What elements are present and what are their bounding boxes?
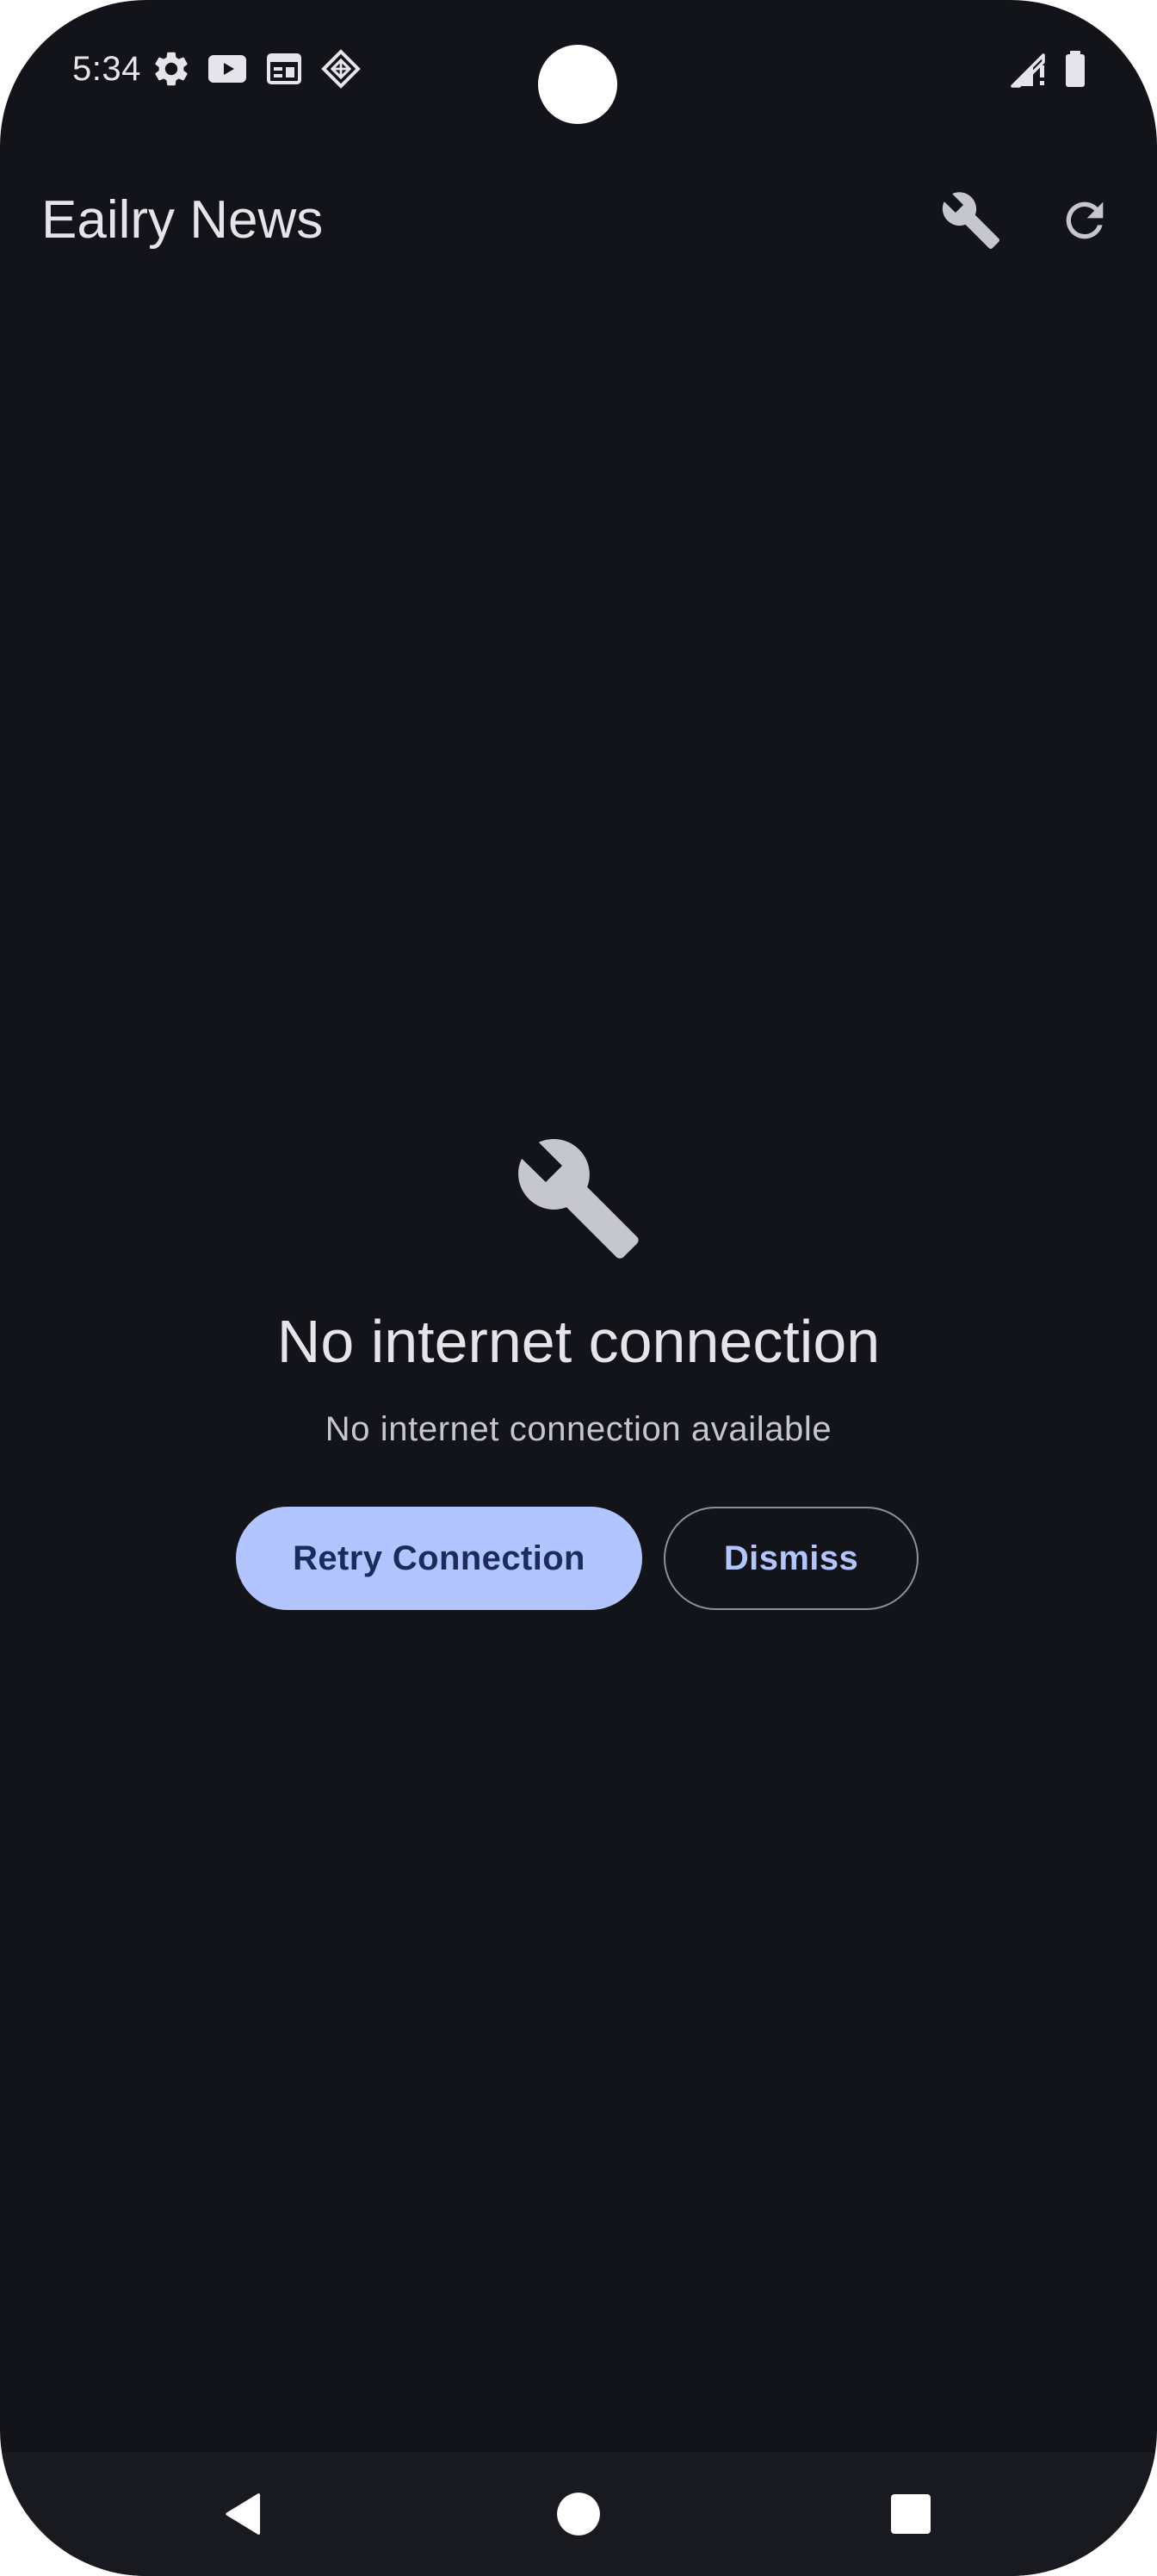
nav-back-button[interactable]: [184, 2452, 305, 2576]
wrench-icon: [942, 192, 999, 249]
home-icon: [557, 2492, 600, 2536]
app-title: Eailry News: [41, 190, 324, 250]
wrench-button[interactable]: [928, 177, 1014, 263]
cell-signal-icon: [1011, 53, 1045, 88]
status-time: 5:34: [72, 50, 141, 88]
back-icon: [226, 2493, 261, 2535]
status-bar: 5:34: [0, 0, 1157, 138]
system-nav-bar: [0, 2452, 1157, 2576]
recents-icon: [891, 2494, 931, 2534]
phone-screen: 5:34 Eailry News No internet connection …: [0, 0, 1157, 2576]
dismiss-button[interactable]: Dismiss: [664, 1507, 919, 1610]
retry-connection-button[interactable]: Retry Connection: [236, 1507, 642, 1610]
diamond-app-icon: [321, 49, 361, 89]
refresh-button[interactable]: [1042, 177, 1128, 263]
youtube-icon: [208, 55, 246, 83]
settings-gear-icon: [155, 52, 188, 86]
refresh-icon: [1066, 201, 1104, 239]
wrench-icon: [518, 1138, 639, 1259]
error-title: No internet connection: [276, 1308, 881, 1375]
camera-cutout: [538, 45, 617, 124]
nav-home-button[interactable]: [518, 2452, 639, 2576]
calendar-icon: [267, 53, 301, 84]
top-app-bar: Eailry News: [0, 146, 1157, 293]
nav-recents-button[interactable]: [851, 2452, 971, 2576]
error-message: No internet connection available: [325, 1410, 832, 1448]
battery-icon: [1066, 51, 1085, 87]
